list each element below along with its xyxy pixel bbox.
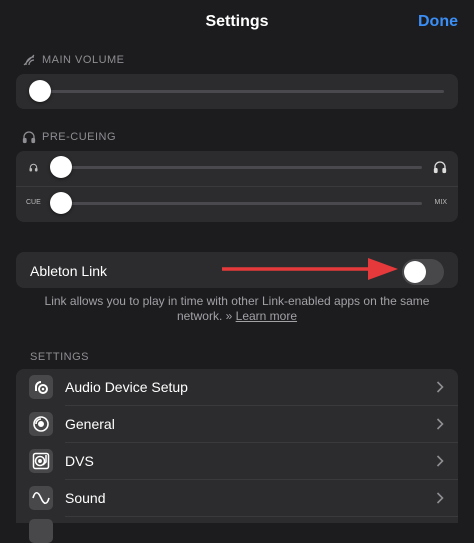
volume-icon (23, 54, 35, 66)
headphones-large-icon (433, 161, 447, 174)
settings-item-label: Sound (65, 490, 106, 506)
cue-label: CUE (26, 199, 41, 206)
headphones-icon (22, 131, 36, 144)
settings-item-general[interactable]: General (16, 406, 458, 442)
settings-item-label: General (65, 416, 115, 432)
settings-list: Audio Device Setup General DVS Sound (16, 369, 458, 543)
main-volume-card (16, 74, 458, 109)
settings-item-label: Audio Device Setup (65, 379, 188, 395)
dvs-icon-box (29, 449, 53, 473)
done-button[interactable]: Done (418, 13, 458, 31)
main-volume-label: MAIN VOLUME (42, 54, 125, 66)
headphone-volume-slider-thumb[interactable] (50, 156, 72, 178)
headphone-volume-track[interactable] (68, 166, 422, 169)
settings-section-header: SETTINGS (30, 351, 90, 363)
precueing-divider (16, 186, 458, 187)
general-icon-box (29, 412, 53, 436)
main-volume-header: MAIN VOLUME (22, 53, 125, 67)
cue-mix-track[interactable] (68, 202, 422, 205)
cue-mix-slider-thumb[interactable] (50, 192, 72, 214)
settings-item-label: DVS (65, 453, 94, 469)
sound-icon-box (29, 486, 53, 510)
precueing-label: PRE-CUEING (42, 131, 117, 143)
chevron-right-icon (436, 492, 444, 504)
turntable-icon (32, 452, 50, 470)
learn-more-link[interactable]: Learn more (236, 309, 297, 323)
settings-item-audio-device-setup[interactable]: Audio Device Setup (16, 369, 458, 405)
ableton-link-toggle[interactable] (402, 259, 444, 285)
speaker-icon (35, 380, 48, 394)
precueing-header: PRE-CUEING (22, 130, 116, 144)
annotation-arrow-icon (222, 258, 398, 280)
row-divider (65, 516, 458, 517)
chevron-right-icon (436, 455, 444, 467)
audio-device-icon-box (29, 375, 53, 399)
page-title: Settings (205, 13, 269, 30)
main-volume-slider-thumb[interactable] (29, 80, 51, 102)
toggle-thumb (404, 261, 426, 283)
settings-item-dvs[interactable]: DVS (16, 443, 458, 479)
ableton-link-label: Ableton Link (30, 263, 108, 279)
chevron-right-icon (436, 381, 444, 393)
record-icon (33, 416, 49, 432)
precueing-card: CUE MIX (16, 151, 458, 222)
headphones-small-icon (29, 163, 38, 172)
wave-icon (32, 491, 50, 505)
mix-label: MIX (434, 199, 447, 206)
ableton-link-description: Link allows you to play in time with oth… (30, 294, 444, 324)
settings-item-sound[interactable]: Sound (16, 480, 458, 516)
chevron-right-icon (436, 418, 444, 430)
main-volume-track[interactable] (38, 90, 444, 93)
